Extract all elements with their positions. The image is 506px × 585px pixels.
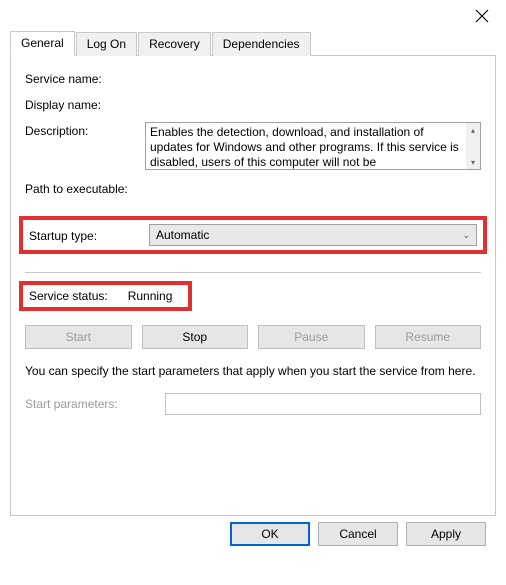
startup-type-label: Startup type: — [29, 227, 149, 243]
scroll-down-icon[interactable]: ▾ — [466, 155, 480, 169]
parameters-note: You can specify the start parameters tha… — [25, 363, 481, 379]
start-button: Start — [25, 325, 132, 349]
tab-strip: General Log On Recovery Dependencies — [10, 32, 496, 56]
service-name-label: Service name: — [25, 70, 145, 86]
description-label: Description: — [25, 122, 145, 138]
startup-type-combobox[interactable]: Automatic ⌄ — [149, 224, 477, 246]
tab-dependencies[interactable]: Dependencies — [212, 32, 311, 56]
tab-logon[interactable]: Log On — [76, 32, 137, 56]
startup-type-highlight: Startup type: Automatic ⌄ — [19, 216, 487, 254]
description-scrollbar[interactable]: ▴ ▾ — [466, 123, 480, 169]
startup-type-value: Automatic — [156, 228, 209, 242]
resume-button: Resume — [375, 325, 482, 349]
title-bar — [0, 0, 506, 32]
path-label: Path to executable: — [25, 180, 128, 196]
separator — [25, 272, 481, 273]
start-parameters-label: Start parameters: — [25, 397, 165, 411]
ok-button[interactable]: OK — [230, 522, 310, 546]
description-text: Enables the detection, download, and ins… — [150, 125, 459, 169]
dialog-footer: OK Cancel Apply — [10, 516, 496, 546]
service-status-value: Running — [128, 289, 173, 303]
pause-button: Pause — [258, 325, 365, 349]
stop-button[interactable]: Stop — [142, 325, 249, 349]
description-textbox[interactable]: Enables the detection, download, and ins… — [145, 122, 481, 170]
service-status-label: Service status: — [29, 289, 108, 303]
general-panel: Service name: Display name: Description:… — [10, 56, 496, 516]
cancel-button[interactable]: Cancel — [318, 522, 398, 546]
tab-general[interactable]: General — [10, 31, 75, 56]
chevron-down-icon: ⌄ — [462, 230, 470, 241]
tab-recovery[interactable]: Recovery — [138, 32, 211, 56]
scroll-up-icon[interactable]: ▴ — [466, 123, 480, 137]
display-name-label: Display name: — [25, 96, 145, 112]
service-status-highlight: Service status: Running — [19, 281, 192, 311]
start-parameters-input — [165, 393, 481, 415]
apply-button[interactable]: Apply — [406, 522, 486, 546]
close-icon[interactable] — [474, 8, 490, 24]
